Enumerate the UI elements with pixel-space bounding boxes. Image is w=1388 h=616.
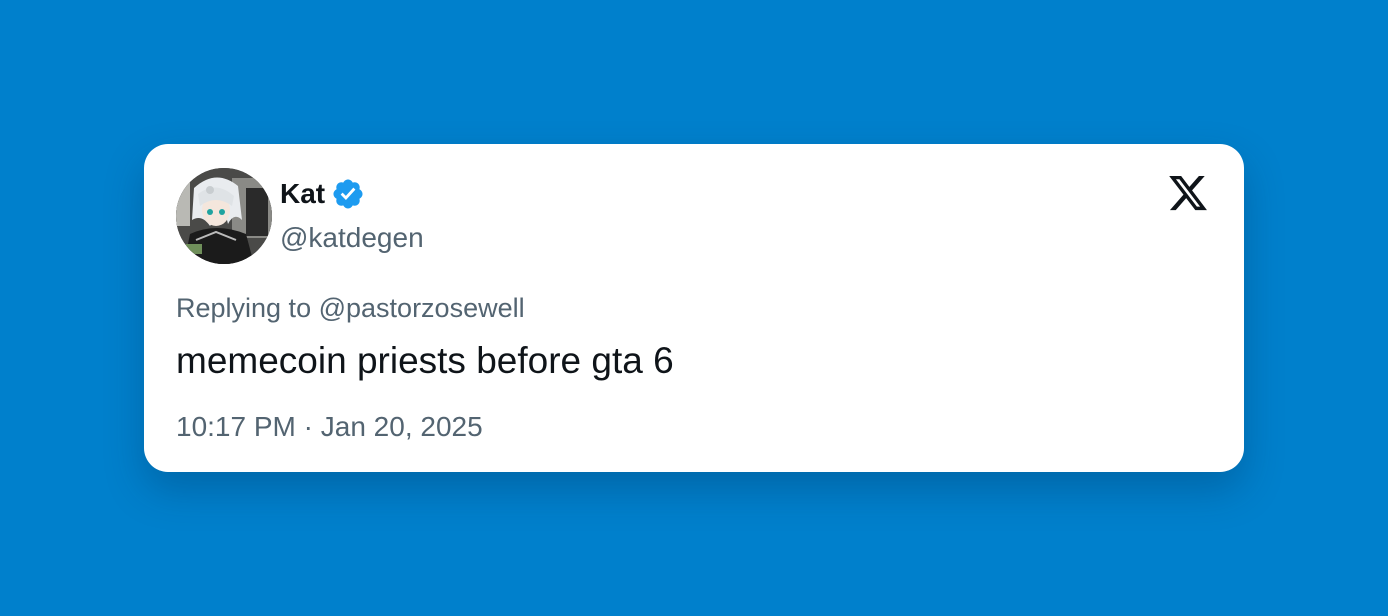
replying-to-prefix: Replying to xyxy=(176,293,312,323)
x-logo-icon[interactable] xyxy=(1166,172,1210,214)
tweet-date: Jan 20, 2025 xyxy=(320,411,483,442)
tweet-text: memecoin priests before gta 6 xyxy=(176,340,674,381)
author-name-row: Kat xyxy=(280,177,365,211)
replying-to-line: Replying to @pastorzosewell xyxy=(176,291,525,325)
tweet-time: 10:17 PM xyxy=(176,411,296,442)
author-name[interactable]: Kat xyxy=(280,177,325,211)
author-handle[interactable]: @katdegen xyxy=(280,221,424,255)
tweet-timestamp[interactable]: 10:17 PM · Jan 20, 2025 xyxy=(176,410,483,444)
tweet-card: Kat @katdegen Replying to @pastorzosewel… xyxy=(144,144,1244,472)
meta-separator: · xyxy=(303,411,313,442)
replying-to-handle-link[interactable]: @pastorzosewell xyxy=(319,293,525,323)
avatar-image xyxy=(176,168,272,264)
avatar[interactable] xyxy=(176,168,272,264)
verified-badge-icon xyxy=(331,177,365,211)
